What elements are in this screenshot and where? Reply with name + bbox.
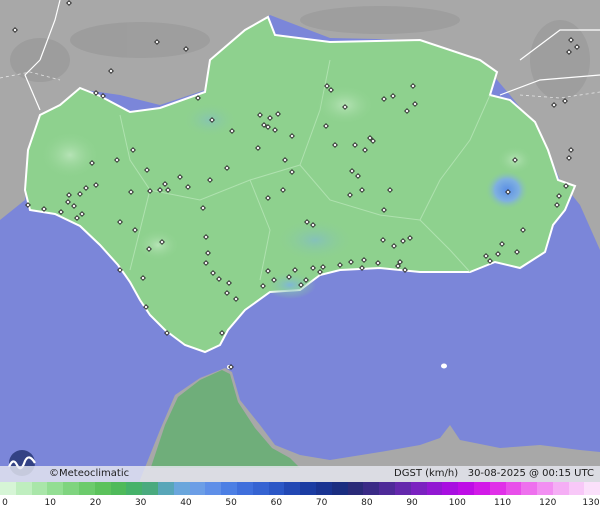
- scale-swatch: [458, 482, 474, 495]
- scale-swatch: [489, 482, 506, 495]
- scale-swatch: [331, 482, 348, 495]
- scale-swatch: [442, 482, 459, 495]
- scale-swatch: [15, 482, 32, 495]
- scale-swatch: [584, 482, 600, 495]
- scale-swatch: [315, 482, 332, 495]
- scale-swatch: [189, 482, 206, 495]
- scale-swatch: [78, 482, 95, 495]
- scale-swatch: [236, 482, 253, 495]
- scale-swatch: [205, 482, 222, 495]
- scale-tick-label: 70: [315, 498, 328, 508]
- scale-swatch: [568, 482, 585, 495]
- wind-gust-map: ©Meteoclimatic DGST (km/h) 30-08-2025 @ …: [0, 0, 600, 517]
- scale-swatch: [521, 482, 538, 495]
- scale-swatch: [173, 482, 190, 495]
- map-canvas: [0, 0, 600, 517]
- scale-swatch: [221, 482, 237, 495]
- scale-swatch: [142, 482, 158, 495]
- scale-swatch: [473, 482, 490, 495]
- parameter-timestamp: DGST (km/h) 30-08-2025 @ 00:15 UTC: [394, 467, 594, 481]
- scale-swatch: [94, 482, 111, 495]
- timestamp-label: 30-08-2025 @ 00:15 UTC: [467, 468, 594, 479]
- parameter-label: DGST (km/h): [394, 468, 459, 479]
- scale-swatch: [126, 482, 143, 495]
- scale-swatch: [394, 482, 411, 495]
- scale-swatch: [252, 482, 269, 495]
- scale-swatch: [410, 482, 427, 495]
- scale-tick-label: 110: [493, 498, 512, 508]
- scale-swatch: [505, 482, 522, 495]
- scale-swatch: [552, 482, 569, 495]
- scale-swatch: [0, 482, 16, 495]
- color-scale: [0, 482, 600, 495]
- scale-swatch: [31, 482, 48, 495]
- scale-swatch: [284, 482, 301, 495]
- scale-tick-label: 90: [406, 498, 418, 508]
- scale-swatch: [47, 482, 64, 495]
- scale-tick-label: 130: [582, 498, 600, 508]
- scale-swatch: [268, 482, 285, 495]
- scale-swatch: [157, 482, 174, 495]
- scale-tick-label: 40: [180, 498, 192, 508]
- scale-swatch: [426, 482, 443, 495]
- scale-tick-label: 10: [44, 498, 56, 508]
- scale-tick-label: 20: [89, 498, 102, 508]
- credit-label: ©Meteoclimatic: [49, 468, 130, 479]
- scale-tick-label: 120: [539, 498, 557, 508]
- scale-swatch: [63, 482, 79, 495]
- scale-tick-label: 80: [361, 498, 373, 508]
- scale-tick-label: 0: [2, 498, 8, 508]
- scale-tick-label: 100: [448, 498, 466, 508]
- scale-tick-label: 30: [134, 498, 147, 508]
- scale-swatch: [347, 482, 364, 495]
- scale-swatch: [300, 482, 316, 495]
- alboran-island: [441, 363, 447, 369]
- scale-swatch: [363, 482, 380, 495]
- scale-swatch: [110, 482, 127, 495]
- scale-tick-label: 60: [270, 498, 283, 508]
- scale-tick-label: 50: [225, 498, 237, 508]
- scale-swatch: [537, 482, 553, 495]
- scale-swatch: [379, 482, 395, 495]
